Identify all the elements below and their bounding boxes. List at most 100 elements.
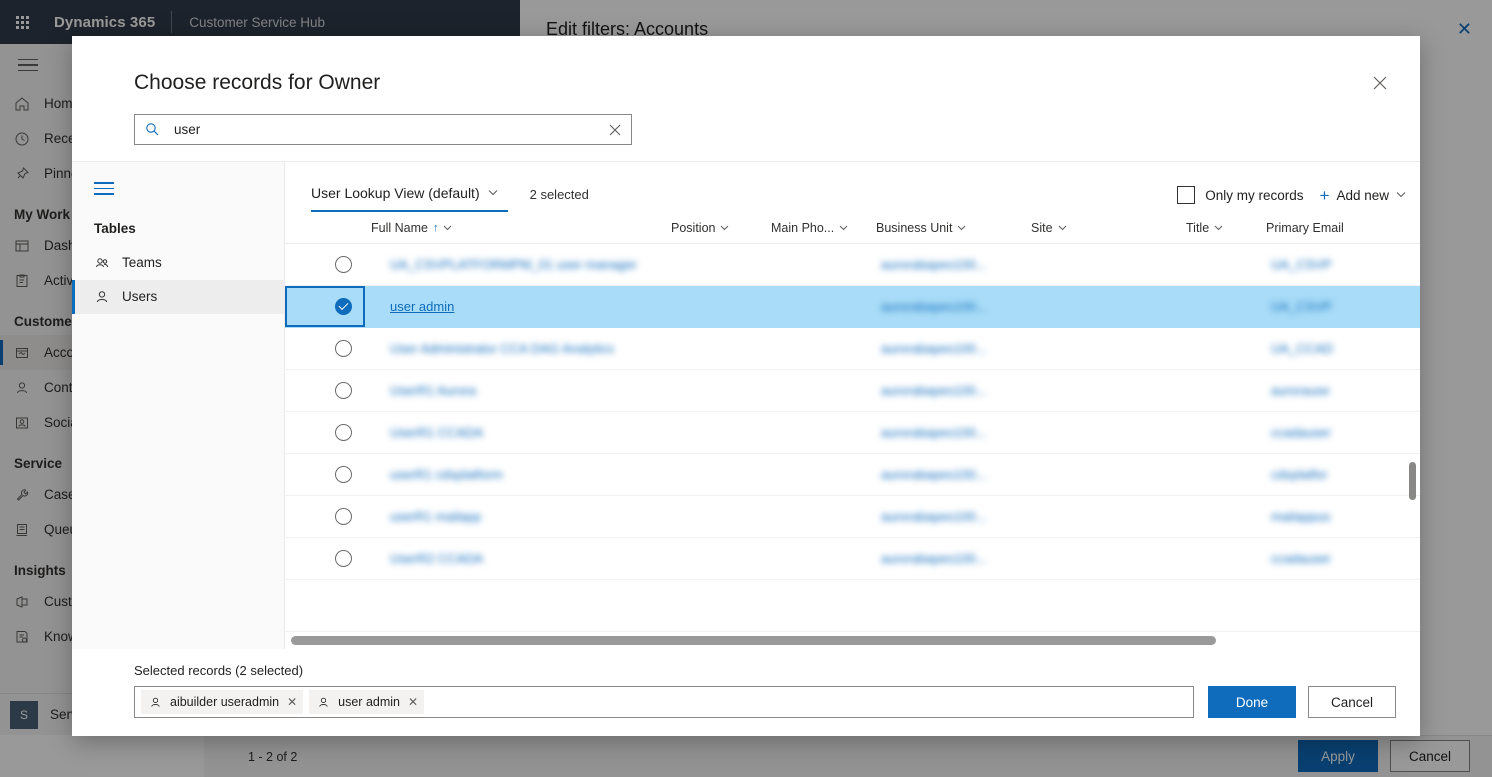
selected-record-chip[interactable]: user admin ✕ xyxy=(309,690,424,714)
checkbox-icon[interactable] xyxy=(1177,186,1195,204)
cell-full-name[interactable]: userR1 cdsplatform xyxy=(352,467,676,482)
column-header-title[interactable]: Title xyxy=(1186,221,1266,235)
chevron-down-icon[interactable] xyxy=(1396,190,1406,200)
row-select-radio[interactable] xyxy=(335,298,352,315)
cancel-button[interactable]: Cancel xyxy=(1308,686,1396,718)
cancel-button[interactable]: Cancel xyxy=(1390,740,1470,772)
chevron-down-icon[interactable] xyxy=(1058,223,1067,233)
table-row[interactable]: userR1 cdsplatform aurorabapes100... cds… xyxy=(285,454,1420,496)
chevron-down-icon[interactable] xyxy=(957,223,966,233)
cell-primary-email: UA_CSVP xyxy=(1271,257,1391,272)
cell-primary-email: mailappus xyxy=(1271,509,1391,524)
clear-icon[interactable] xyxy=(605,124,625,136)
app-name-label: Customer Service Hub xyxy=(172,15,325,30)
add-new-button[interactable]: + Add new xyxy=(1320,187,1406,204)
horizontal-scrollbar-thumb[interactable] xyxy=(291,636,1216,645)
search-input[interactable] xyxy=(160,122,605,137)
hamburger-icon[interactable] xyxy=(72,172,284,209)
column-label: Primary Email xyxy=(1266,221,1344,235)
footer-row: aibuilder useradmin ✕ user admin ✕ Done … xyxy=(134,686,1396,718)
app-launcher-icon[interactable] xyxy=(0,0,44,44)
cell-primary-email: ccadauser xyxy=(1271,425,1391,440)
search-icon xyxy=(145,122,160,137)
records-grid-pane: User Lookup View (default) 2 selected On… xyxy=(285,162,1420,649)
column-header-primary-email[interactable]: Primary Email xyxy=(1266,221,1386,235)
chevron-down-icon[interactable] xyxy=(443,223,452,233)
column-header-site[interactable]: Site xyxy=(1031,221,1186,235)
cell-full-name[interactable]: UA_CSVPLATFORMPM_01 user manager xyxy=(352,257,676,272)
done-button[interactable]: Done xyxy=(1208,686,1296,718)
chevron-down-icon[interactable] xyxy=(720,223,729,233)
selected-record-chip[interactable]: aibuilder useradmin ✕ xyxy=(141,690,303,714)
close-icon[interactable] xyxy=(1364,67,1396,99)
only-my-records-toggle[interactable]: Only my records xyxy=(1177,186,1303,204)
table-row[interactable]: UA_CSVPLATFORMPM_01 user manager aurorab… xyxy=(285,244,1420,286)
cell-business-unit: aurorabapes100... xyxy=(881,299,1036,314)
column-header-position[interactable]: Position xyxy=(671,221,771,235)
cell-full-name[interactable]: User Administrator CCA DAG Analytics xyxy=(352,341,676,356)
user-icon xyxy=(94,289,122,305)
sort-ascending-icon: ↑ xyxy=(433,222,439,234)
close-icon[interactable]: ✕ xyxy=(287,695,297,709)
horizontal-scrollbar[interactable] xyxy=(285,631,1420,649)
cell-business-unit: aurorabapes100... xyxy=(881,467,1036,482)
pin-icon xyxy=(14,166,44,182)
column-header-main-phone[interactable]: Main Pho... xyxy=(771,221,876,235)
table-row[interactable]: UserR2 CCADA aurorabapes100... ccadauser xyxy=(285,538,1420,580)
table-row[interactable]: userR1 mailapp aurorabapes100... mailapp… xyxy=(285,496,1420,538)
close-icon[interactable]: ✕ xyxy=(408,695,418,709)
table-item-teams[interactable]: Teams xyxy=(72,246,284,280)
grid-toolbar-actions: Only my records + Add new xyxy=(1177,186,1406,212)
cell-business-unit: aurorabapes100... xyxy=(881,257,1036,272)
row-select-radio[interactable] xyxy=(335,340,352,357)
selected-records-field[interactable]: aibuilder useradmin ✕ user admin ✕ xyxy=(134,686,1194,718)
only-my-records-label: Only my records xyxy=(1205,188,1303,203)
row-select-radio[interactable] xyxy=(335,550,352,567)
cell-full-name[interactable]: userR1 mailapp xyxy=(352,509,676,524)
column-header-full-name[interactable]: Full Name ↑ xyxy=(371,221,671,235)
table-row[interactable]: UserR1 Aurora aurorabapes100... auroraus… xyxy=(285,370,1420,412)
cell-primary-email: ccadauser xyxy=(1271,551,1391,566)
home-icon xyxy=(14,96,44,112)
row-select-radio[interactable] xyxy=(335,466,352,483)
column-label: Full Name xyxy=(371,221,428,235)
dialog-header: Choose records for Owner xyxy=(72,36,1420,114)
dialog-footer: Selected records (2 selected) aibuilder … xyxy=(72,649,1420,736)
queue-icon xyxy=(14,522,44,538)
dialog-title: Choose records for Owner xyxy=(134,55,1364,95)
cell-primary-email: UA_CSVP xyxy=(1271,299,1391,314)
cell-full-name[interactable]: user admin xyxy=(352,299,676,314)
table-row[interactable]: User Administrator CCA DAG Analytics aur… xyxy=(285,328,1420,370)
row-select-radio[interactable] xyxy=(335,424,352,441)
view-selector[interactable]: User Lookup View (default) xyxy=(311,185,508,212)
column-label: Position xyxy=(671,221,715,235)
cell-primary-email: aurorause xyxy=(1271,383,1391,398)
chevron-down-icon[interactable] xyxy=(1214,223,1223,233)
cell-full-name[interactable]: UserR2 CCADA xyxy=(352,551,676,566)
cell-full-name[interactable]: UserR1 CCADA xyxy=(352,425,676,440)
grid-column-headers: Full Name ↑ Position Main Pho... xyxy=(285,212,1420,244)
chevron-down-icon xyxy=(488,188,498,198)
area-badge: S xyxy=(10,701,38,729)
table-item-label: Users xyxy=(122,289,157,304)
cell-primary-email: cdsplatfor xyxy=(1271,467,1391,482)
row-select-radio[interactable] xyxy=(335,256,352,273)
table-row[interactable]: user admin aurorabapes100... UA_CSVP xyxy=(285,286,1420,328)
user-icon xyxy=(317,696,330,709)
column-label: Site xyxy=(1031,221,1053,235)
row-select-radio[interactable] xyxy=(335,508,352,525)
apply-button[interactable]: Apply xyxy=(1298,740,1378,772)
chevron-down-icon[interactable] xyxy=(839,223,848,233)
cell-full-name[interactable]: UserR1 Aurora xyxy=(352,383,676,398)
edit-filters-footer: Apply Cancel xyxy=(520,735,1492,777)
dialog-actions: Done Cancel xyxy=(1208,686,1396,718)
choose-records-dialog: Choose records for Owner Tables Teams xyxy=(72,36,1420,736)
cell-business-unit: aurorabapes100... xyxy=(881,341,1036,356)
table-item-users[interactable]: Users xyxy=(72,280,284,314)
vertical-scrollbar[interactable] xyxy=(1409,462,1416,500)
column-header-business-unit[interactable]: Business Unit xyxy=(876,221,1031,235)
close-icon[interactable]: ✕ xyxy=(1457,20,1472,38)
row-select-radio[interactable] xyxy=(335,382,352,399)
search-box[interactable] xyxy=(134,114,632,145)
table-row[interactable]: UserR1 CCADA aurorabapes100... ccadauser xyxy=(285,412,1420,454)
